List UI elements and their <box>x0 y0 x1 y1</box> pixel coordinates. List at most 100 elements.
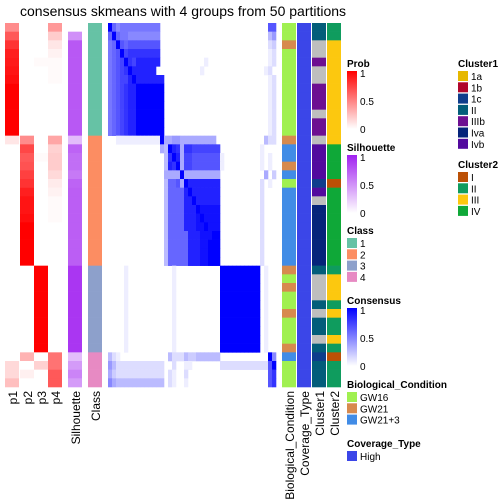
class-cell <box>88 265 102 275</box>
silhouette-cell <box>68 83 82 93</box>
consensus-cell <box>216 144 221 154</box>
prob-cell-p1 <box>5 283 19 292</box>
consensus-cell <box>184 361 189 370</box>
prob-cell-p4 <box>48 49 62 58</box>
column-label-p2: p2 <box>21 391 35 405</box>
prob-cell-p2 <box>20 187 34 197</box>
consensus-cell <box>116 23 121 32</box>
consensus-cell <box>124 66 129 76</box>
prob-cell-p3 <box>34 196 48 206</box>
consensus-cell <box>188 196 193 206</box>
consensus-cell <box>196 179 201 188</box>
consensus-cell <box>240 361 245 370</box>
consensus-cell <box>192 231 197 240</box>
consensus-cell <box>260 222 265 232</box>
prob-cell-p1 <box>5 170 19 180</box>
prob-cell-p3 <box>34 144 48 154</box>
consensus-cell <box>124 300 129 310</box>
consensus-cell <box>252 291 257 301</box>
consensus-cell <box>176 231 181 240</box>
prob-cell-p3 <box>34 239 48 249</box>
consensus-cell <box>260 153 265 162</box>
consensus-cell <box>156 118 161 128</box>
prob-cell-p3 <box>34 75 48 84</box>
consensus-cell <box>168 378 173 388</box>
consensus-cell <box>228 283 233 292</box>
prob-cell-p4 <box>48 352 62 362</box>
legend-label: GW21+3 <box>360 416 400 427</box>
consensus-cell <box>204 135 209 145</box>
cluster1-cell <box>312 326 326 336</box>
consensus-cell <box>232 265 237 275</box>
consensus-cell <box>172 369 177 379</box>
consensus-cell <box>200 135 205 145</box>
prob-cell-p1 <box>5 109 19 119</box>
class-cell <box>88 170 102 180</box>
consensus-cell <box>224 361 229 370</box>
prob-cell-p3 <box>34 23 48 32</box>
legend-swatch <box>347 414 357 425</box>
coverage-type-cell <box>297 153 311 162</box>
consensus-cell <box>120 49 125 58</box>
coverage-type-cell <box>297 213 311 223</box>
prob-cell-p4 <box>48 265 62 275</box>
legend-label: II <box>471 106 477 117</box>
consensus-cell <box>132 92 137 102</box>
coverage-type-cell <box>297 222 311 232</box>
prob-cell-p2 <box>20 109 34 119</box>
cluster2-cell <box>327 335 341 344</box>
cluster2-cell <box>327 153 341 162</box>
consensus-cell <box>164 239 169 249</box>
consensus-cell <box>200 231 205 240</box>
cluster1-cell <box>312 196 326 206</box>
consensus-cell <box>192 161 197 171</box>
prob-cell-p1 <box>5 179 19 188</box>
consensus-cell <box>140 361 145 370</box>
consensus-cell <box>152 40 157 50</box>
consensus-cell <box>148 118 153 128</box>
legend-swatch <box>347 392 357 402</box>
consensus-cell <box>228 309 233 318</box>
class-cell <box>88 352 102 362</box>
prob-cell-p4 <box>48 326 62 336</box>
consensus-cell <box>232 300 237 310</box>
column-label-p4: p4 <box>49 391 63 405</box>
consensus-cell <box>172 343 177 353</box>
consensus-cell <box>184 187 189 197</box>
consensus-cell <box>172 309 177 318</box>
biological-condition-cell <box>282 92 296 102</box>
prob-cell-p4 <box>48 109 62 119</box>
consensus-cell <box>272 23 277 32</box>
consensus-cell <box>140 92 145 102</box>
consensus-cell <box>144 378 149 388</box>
biological-condition-cell <box>282 335 296 344</box>
consensus-cell <box>176 161 181 171</box>
coverage-type-cell <box>297 352 311 362</box>
cluster2-cell <box>327 75 341 84</box>
prob-cell-p3 <box>34 135 48 145</box>
class-cell <box>88 144 102 154</box>
biological-condition-cell <box>282 153 296 162</box>
consensus-cell <box>148 66 153 76</box>
consensus-cell <box>240 343 245 353</box>
legend-label: Ivb <box>471 140 485 151</box>
cluster2-cell <box>327 352 341 362</box>
consensus-cell <box>260 196 265 206</box>
prob-cell-p2 <box>20 309 34 318</box>
consensus-cell <box>180 231 185 240</box>
prob-cell-p4 <box>48 135 62 145</box>
class-cell <box>88 213 102 223</box>
consensus-cell <box>140 31 145 41</box>
silhouette-cell <box>68 265 82 275</box>
consensus-cell <box>176 352 181 362</box>
consensus-cell <box>188 144 193 154</box>
consensus-cell <box>144 369 149 379</box>
biological-condition-cell <box>282 23 296 32</box>
consensus-cell <box>212 248 217 258</box>
consensus-cell <box>148 127 153 136</box>
consensus-cell <box>212 187 217 197</box>
prob-cell-p1 <box>5 213 19 223</box>
class-cell <box>88 179 102 188</box>
consensus-cell <box>204 170 209 180</box>
silhouette-cell <box>68 213 82 223</box>
